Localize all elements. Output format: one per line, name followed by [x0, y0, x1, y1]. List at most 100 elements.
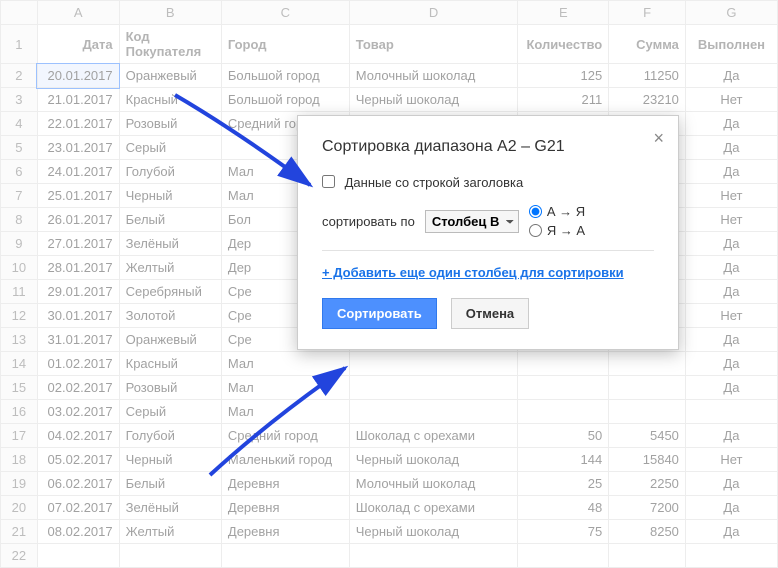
cell[interactable]: Да — [685, 256, 777, 280]
cell[interactable]: Деревня — [221, 520, 349, 544]
cell[interactable]: Да — [685, 328, 777, 352]
cell[interactable]: Да — [685, 376, 777, 400]
cell[interactable]: 125 — [518, 64, 609, 88]
cell[interactable]: Оранжевый — [119, 64, 221, 88]
cell[interactable]: 29.01.2017 — [37, 280, 119, 304]
row-number[interactable]: 11 — [1, 280, 38, 304]
cell[interactable] — [518, 376, 609, 400]
cell[interactable]: Черный — [119, 448, 221, 472]
cell[interactable]: Черный шоколад — [349, 448, 518, 472]
cell[interactable]: 20.01.2017 — [37, 64, 119, 88]
cell[interactable]: 50 — [518, 424, 609, 448]
corner-cell[interactable] — [1, 1, 38, 25]
cell[interactable]: Молочный шоколад — [349, 472, 518, 496]
cell[interactable]: Да — [685, 232, 777, 256]
cell[interactable]: Да — [685, 496, 777, 520]
radio-asc-input[interactable] — [529, 205, 542, 218]
row-number[interactable]: 18 — [1, 448, 38, 472]
cell[interactable]: Черный шоколад — [349, 88, 518, 112]
cell[interactable]: Средний город — [221, 424, 349, 448]
row-number[interactable]: 7 — [1, 184, 38, 208]
row-number[interactable]: 10 — [1, 256, 38, 280]
cell[interactable] — [609, 352, 686, 376]
cell[interactable]: Шоколад с орехами — [349, 496, 518, 520]
cell[interactable]: Желтый — [119, 520, 221, 544]
cell[interactable]: Белый — [119, 472, 221, 496]
row-number[interactable]: 20 — [1, 496, 38, 520]
cell[interactable]: 21.01.2017 — [37, 88, 119, 112]
row-number[interactable]: 17 — [1, 424, 38, 448]
col-header[interactable]: C — [221, 1, 349, 25]
cell[interactable]: 04.02.2017 — [37, 424, 119, 448]
row-number[interactable]: 9 — [1, 232, 38, 256]
header-cell[interactable]: Дата — [37, 25, 119, 64]
cell[interactable] — [119, 544, 221, 568]
cell[interactable]: 5450 — [609, 424, 686, 448]
table-row[interactable]: 220.01.2017ОранжевыйБольшой городМолочны… — [1, 64, 778, 88]
cell[interactable]: 31.01.2017 — [37, 328, 119, 352]
cell[interactable] — [349, 352, 518, 376]
cell[interactable]: Красный — [119, 88, 221, 112]
row-number[interactable]: 19 — [1, 472, 38, 496]
cell[interactable]: Голубой — [119, 424, 221, 448]
cell[interactable] — [518, 400, 609, 424]
cell[interactable]: Да — [685, 112, 777, 136]
cell[interactable]: Оранжевый — [119, 328, 221, 352]
cell[interactable]: 8250 — [609, 520, 686, 544]
cell[interactable]: Да — [685, 520, 777, 544]
row-number[interactable]: 12 — [1, 304, 38, 328]
cell[interactable]: Нет — [685, 184, 777, 208]
cell[interactable]: Желтый — [119, 256, 221, 280]
cell[interactable]: 23.01.2017 — [37, 136, 119, 160]
table-row[interactable]: 1401.02.2017КрасныйМалДа — [1, 352, 778, 376]
add-sort-column-link[interactable]: + Добавить еще один столбец для сортиров… — [322, 265, 624, 280]
cell[interactable]: 27.01.2017 — [37, 232, 119, 256]
cell[interactable]: 07.02.2017 — [37, 496, 119, 520]
cell[interactable]: Розовый — [119, 112, 221, 136]
cell[interactable]: 144 — [518, 448, 609, 472]
cell[interactable] — [685, 544, 777, 568]
col-header[interactable]: B — [119, 1, 221, 25]
cell[interactable]: Большой город — [221, 64, 349, 88]
table-row[interactable]: 2007.02.2017ЗелёныйДеревняШоколад с орех… — [1, 496, 778, 520]
col-header[interactable]: D — [349, 1, 518, 25]
row-number[interactable]: 8 — [1, 208, 38, 232]
sort-asc-radio[interactable]: А → Я — [529, 204, 585, 219]
cell[interactable]: 05.02.2017 — [37, 448, 119, 472]
row-number[interactable]: 4 — [1, 112, 38, 136]
table-row[interactable]: 1906.02.2017БелыйДеревняМолочный шоколад… — [1, 472, 778, 496]
row-number[interactable]: 3 — [1, 88, 38, 112]
cell[interactable]: Мал — [221, 376, 349, 400]
cell[interactable] — [685, 400, 777, 424]
cell[interactable]: 03.02.2017 — [37, 400, 119, 424]
cell[interactable]: Да — [685, 64, 777, 88]
cell[interactable]: 30.01.2017 — [37, 304, 119, 328]
sort-button[interactable]: Сортировать — [322, 298, 437, 329]
row-number[interactable]: 16 — [1, 400, 38, 424]
cell[interactable]: Да — [685, 472, 777, 496]
cell[interactable]: Нет — [685, 88, 777, 112]
cell[interactable] — [518, 544, 609, 568]
cell[interactable] — [221, 544, 349, 568]
cell[interactable]: Зелёный — [119, 496, 221, 520]
table-row[interactable]: 1805.02.2017ЧерныйМаленький городЧерный … — [1, 448, 778, 472]
cell[interactable]: 211 — [518, 88, 609, 112]
cell[interactable]: 25.01.2017 — [37, 184, 119, 208]
cell[interactable] — [609, 376, 686, 400]
cell[interactable]: Нет — [685, 208, 777, 232]
cell[interactable] — [518, 352, 609, 376]
header-row[interactable]: 1 Дата Код Покупателя Город Товар Количе… — [1, 25, 778, 64]
table-row[interactable]: 1502.02.2017РозовыйМалДа — [1, 376, 778, 400]
header-row-checkbox-label[interactable]: Данные со строкой заголовка — [322, 175, 523, 190]
cell[interactable]: 25 — [518, 472, 609, 496]
cell[interactable]: Мал — [221, 400, 349, 424]
cell[interactable]: Красный — [119, 352, 221, 376]
cell[interactable]: Большой город — [221, 88, 349, 112]
cell[interactable]: Да — [685, 352, 777, 376]
table-row[interactable]: 2108.02.2017ЖелтыйДеревняЧерный шоколад7… — [1, 520, 778, 544]
col-header[interactable]: A — [37, 1, 119, 25]
cell[interactable]: 75 — [518, 520, 609, 544]
cell[interactable]: Черный — [119, 184, 221, 208]
col-header[interactable]: G — [685, 1, 777, 25]
header-cell[interactable]: Код Покупателя — [119, 25, 221, 64]
